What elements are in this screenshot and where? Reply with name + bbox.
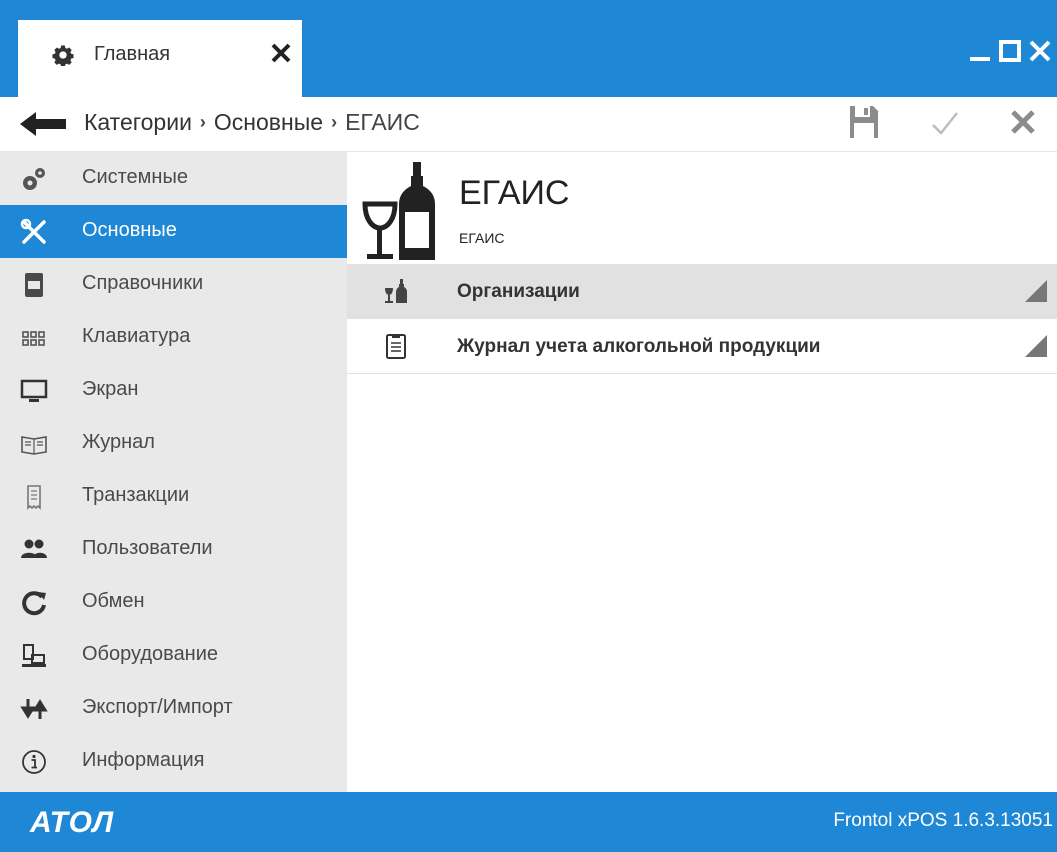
sidebar-item-label: Основные: [82, 219, 177, 241]
sidebar-item-main[interactable]: Основные: [0, 205, 347, 258]
reference-book-icon: [25, 273, 43, 297]
monitor-icon: [20, 379, 48, 402]
title-bar: Главная: [0, 0, 1057, 97]
window-controls: [969, 40, 1051, 62]
close-icon[interactable]: [1029, 40, 1051, 62]
wine-bottle-glass-icon: [385, 279, 407, 303]
tools-icon: [20, 218, 46, 244]
journal-icon: [21, 436, 47, 455]
sidebar-item-label: Обмен: [82, 590, 145, 612]
sidebar-item-information[interactable]: Информация: [0, 735, 347, 788]
sidebar-item-label: Журнал: [82, 431, 155, 453]
breadcrumb: Категории › Основные › ЕГАИС: [84, 109, 420, 136]
page-title: ЕГАИС: [459, 174, 570, 212]
sidebar-item-references[interactable]: Справочники: [0, 258, 347, 311]
sidebar-item-label: Справочники: [82, 272, 204, 294]
corner-triangle-icon: [1025, 335, 1047, 357]
sidebar-item-journal[interactable]: Журнал: [0, 417, 347, 470]
check-icon[interactable]: [930, 108, 960, 138]
breadcrumb-separator: ›: [199, 112, 206, 132]
breadcrumb-item-categories[interactable]: Категории: [84, 109, 192, 135]
info-icon: [22, 750, 46, 774]
keyboard-icon: [22, 331, 45, 346]
sync-icon: [22, 591, 46, 616]
sidebar-item-keyboard[interactable]: Клавиатура: [0, 311, 347, 364]
sidebar-item-exchange[interactable]: Обмен: [0, 576, 347, 629]
tab-label: Главная: [94, 43, 171, 65]
gears-icon: [23, 168, 45, 190]
brand-logo: АТОЛ: [30, 806, 115, 839]
sidebar-item-transactions[interactable]: Транзакции: [0, 470, 347, 523]
status-bar: АТОЛ Frontol xPOS 1.6.3.13051: [0, 792, 1057, 852]
corner-triangle-icon: [1025, 280, 1047, 302]
version-label: Frontol xPOS 1.6.3.13051: [833, 810, 1053, 831]
sidebar-item-label: Экран: [82, 378, 139, 400]
sidebar-item-label: Оборудование: [82, 643, 219, 665]
clipboard-icon: [386, 334, 406, 359]
save-icon[interactable]: [849, 105, 879, 139]
breadcrumb-item-main[interactable]: Основные: [214, 109, 323, 135]
back-arrow-icon[interactable]: [18, 109, 68, 139]
cash-register-icon: [22, 644, 46, 667]
sidebar-item-equipment[interactable]: Оборудование: [0, 629, 347, 682]
wine-bottle-glass-icon: [362, 162, 435, 260]
sidebar-item-export-import[interactable]: Экспорт/Импорт: [0, 682, 347, 735]
list-item-label: Журнал учета алкогольной продукции: [457, 336, 821, 357]
sidebar-item-label: Экспорт/Импорт: [82, 696, 233, 718]
sidebar-item-label: Информация: [82, 749, 205, 771]
sidebar-item-label: Системные: [82, 166, 188, 188]
sidebar-item-users[interactable]: Пользователи: [0, 523, 347, 576]
sidebar-item-screen[interactable]: Экран: [0, 364, 347, 417]
breadcrumb-bar: Категории › Основные › ЕГАИС: [0, 97, 1057, 152]
sidebar-item-label: Пользователи: [82, 537, 213, 559]
sidebar-item-label: Клавиатура: [82, 325, 191, 347]
list-item-alcohol-journal[interactable]: Журнал учета алкогольной продукции: [347, 319, 1057, 374]
list-item-organizations[interactable]: Организации: [347, 264, 1057, 319]
app-window: Главная Категории › Основные › ЕГАИС Сис…: [0, 0, 1057, 852]
cancel-icon[interactable]: [1010, 109, 1036, 135]
gear-icon: [52, 45, 74, 66]
close-tab-icon[interactable]: [270, 42, 292, 64]
breadcrumb-separator: ›: [331, 112, 338, 132]
breadcrumb-item-current: ЕГАИС: [345, 109, 420, 135]
users-icon: [21, 539, 47, 558]
minimize-icon[interactable]: [969, 40, 991, 62]
list-item-label: Организации: [457, 281, 580, 302]
tab-main[interactable]: Главная: [18, 20, 302, 97]
main-content: ЕГАИС ЕГАИС Организации Журнал учета алк…: [347, 152, 1057, 792]
sidebar-item-system[interactable]: Системные: [0, 152, 347, 205]
page-subtitle: ЕГАИС: [459, 230, 505, 246]
receipt-icon: [27, 485, 41, 510]
sidebar-item-label: Транзакции: [82, 484, 190, 506]
export-import-icon: [20, 699, 48, 719]
sidebar: Системные Основные Справочники Клавиатур…: [0, 152, 347, 792]
maximize-icon[interactable]: [999, 40, 1021, 62]
